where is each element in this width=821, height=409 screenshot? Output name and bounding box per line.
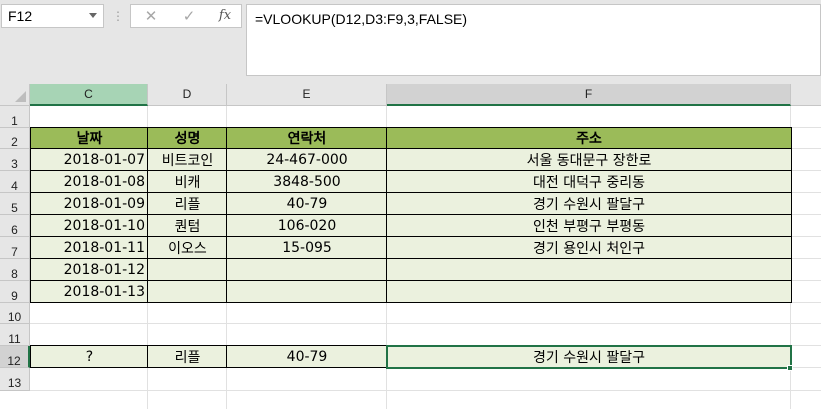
row-header-5[interactable]: 5 xyxy=(0,193,30,215)
table-cell-d6[interactable]: 퀀텀 xyxy=(147,214,228,237)
header-cell-f[interactable]: 주소 xyxy=(386,127,792,149)
table-cell-d5[interactable]: 리플 xyxy=(147,192,228,215)
insert-function-icon[interactable]: fx xyxy=(215,7,235,25)
table-cell-f8[interactable] xyxy=(386,258,792,281)
row-header-10[interactable]: 10 xyxy=(0,303,30,324)
row-header-2[interactable]: 2 xyxy=(0,128,30,149)
fill-handle[interactable] xyxy=(787,365,793,371)
table-cell-f5[interactable]: 경기 수원시 팔달구 xyxy=(386,192,792,215)
table-cell-f3[interactable]: 서울 동대문구 장한로 xyxy=(386,148,792,171)
gridline xyxy=(30,323,821,324)
table-cell-d9[interactable] xyxy=(147,280,228,303)
table-cell-c5[interactable]: 2018-01-09 xyxy=(30,192,149,215)
table-cell-d3[interactable]: 비트코인 xyxy=(147,148,228,171)
table-cell-e9[interactable] xyxy=(226,280,388,303)
cancel-icon[interactable]: ✕ xyxy=(143,7,159,25)
row-header-8[interactable]: 8 xyxy=(0,259,30,281)
table-cell-d8[interactable] xyxy=(147,258,228,281)
vertical-dots-icon: ⋮ xyxy=(112,9,124,23)
column-header-d[interactable]: D xyxy=(148,84,227,106)
active-cell-f12[interactable]: 경기 수원시 팔달구 xyxy=(386,345,792,369)
table-cell-e5[interactable]: 40-79 xyxy=(226,192,388,215)
select-all-icon xyxy=(15,91,26,102)
table-cell-e3[interactable]: 24-467-000 xyxy=(226,148,388,171)
gridline xyxy=(30,390,821,391)
table-cell-e8[interactable] xyxy=(226,258,388,281)
row-header-12[interactable]: 12 xyxy=(0,346,30,368)
row-header-4[interactable]: 4 xyxy=(0,171,30,193)
row-header-13[interactable]: 13 xyxy=(0,368,30,391)
table-cell-e6[interactable]: 106-020 xyxy=(226,214,388,237)
table-cell-c7[interactable]: 2018-01-11 xyxy=(30,236,149,259)
column-header-e[interactable]: E xyxy=(227,84,387,106)
lookup-cell-e12[interactable]: 40-79 xyxy=(226,345,388,368)
table-cell-f6[interactable]: 인천 부평구 부평동 xyxy=(386,214,792,237)
table-cell-d4[interactable]: 비캐 xyxy=(147,170,228,193)
name-box-dropdown-icon[interactable] xyxy=(89,13,97,18)
row-header-6[interactable]: 6 xyxy=(0,215,30,237)
table-cell-e7[interactable]: 15-095 xyxy=(226,236,388,259)
name-box-value: F12 xyxy=(8,8,33,24)
table-cell-e4[interactable]: 3848-500 xyxy=(226,170,388,193)
formula-input[interactable]: =VLOOKUP(D12,D3:F9,3,FALSE) xyxy=(246,4,821,76)
formula-buttons: ✕ ✓ fx xyxy=(130,4,242,28)
row-header-7[interactable]: 7 xyxy=(0,237,30,259)
lookup-cell-c12[interactable]: ? xyxy=(30,345,149,368)
table-cell-d7[interactable]: 이오스 xyxy=(147,236,228,259)
name-box[interactable]: F12 xyxy=(1,4,104,28)
table-cell-c6[interactable]: 2018-01-10 xyxy=(30,214,149,237)
column-header-g[interactable] xyxy=(791,84,821,106)
column-header-c[interactable]: C xyxy=(30,84,148,106)
row-header-1[interactable]: 1 xyxy=(0,106,30,128)
row-header-11[interactable]: 11 xyxy=(0,324,30,346)
table-cell-f4[interactable]: 대전 대덕구 중리동 xyxy=(386,170,792,193)
table-cell-c8[interactable]: 2018-01-12 xyxy=(30,258,149,281)
table-cell-c4[interactable]: 2018-01-08 xyxy=(30,170,149,193)
header-cell-c[interactable]: 날짜 xyxy=(30,127,149,149)
table-cell-f9[interactable] xyxy=(386,280,792,303)
row-header-3[interactable]: 3 xyxy=(0,149,30,171)
table-cell-c3[interactable]: 2018-01-07 xyxy=(30,148,149,171)
header-cell-e[interactable]: 연락처 xyxy=(226,127,388,149)
row-header-9[interactable]: 9 xyxy=(0,281,30,303)
table-cell-f7[interactable]: 경기 용인시 처인구 xyxy=(386,236,792,259)
header-cell-d[interactable]: 성명 xyxy=(147,127,228,149)
column-header-f[interactable]: F xyxy=(387,84,791,106)
select-all-button[interactable] xyxy=(0,84,30,106)
table-cell-c9[interactable]: 2018-01-13 xyxy=(30,280,149,303)
enter-icon[interactable]: ✓ xyxy=(181,7,197,25)
lookup-cell-d12[interactable]: 리플 xyxy=(147,345,228,368)
